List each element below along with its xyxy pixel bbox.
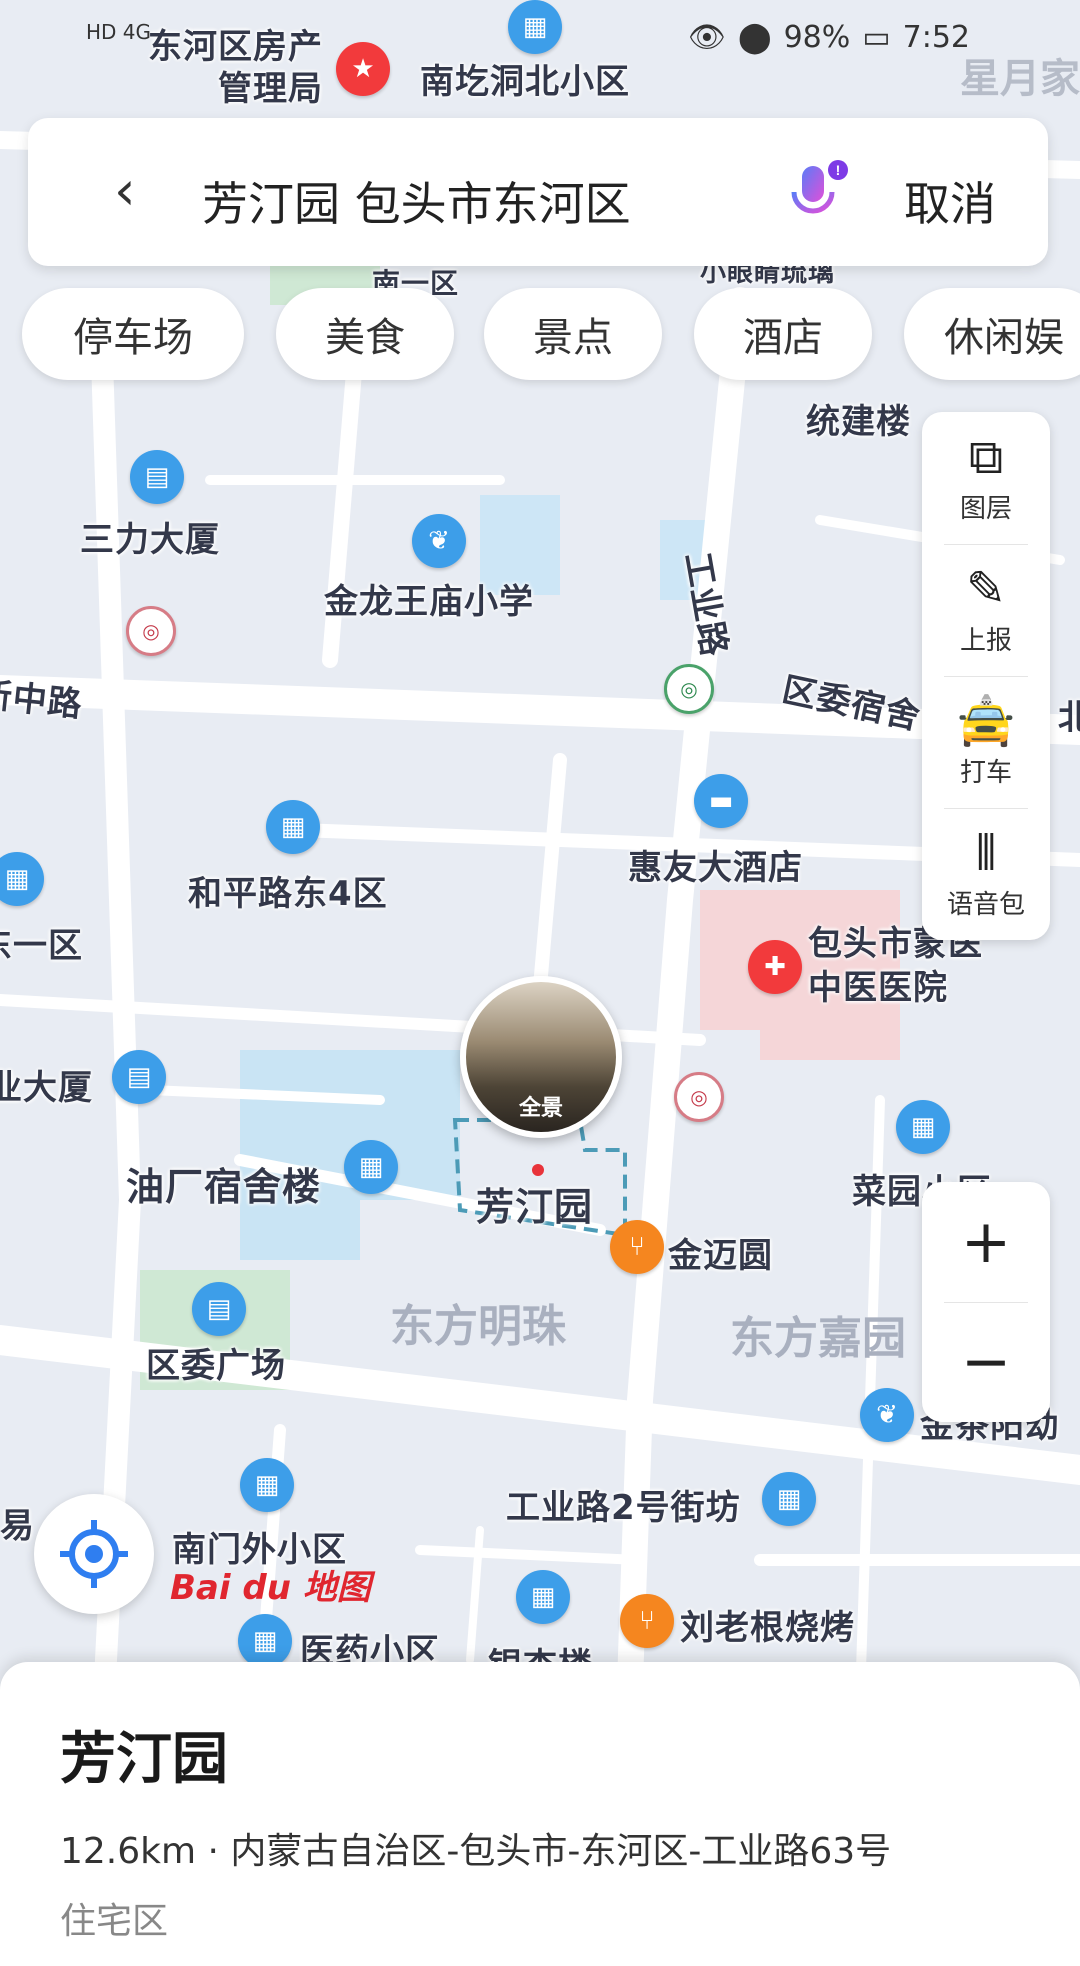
map-label: 金龙王庙小学 <box>324 582 534 622</box>
map-toolbar: ⧉ 图层 ✎ 上报 🚖 打车 ⦀ 语音包 <box>922 412 1050 940</box>
bank-pin-icon[interactable]: ◎ <box>664 664 714 714</box>
street-view-thumbnail[interactable]: 全景 <box>460 976 622 1138</box>
food-pin-icon[interactable]: ⑂ <box>620 1594 674 1648</box>
crosshair-icon <box>60 1520 128 1588</box>
battery-icon: ▭ <box>862 20 891 55</box>
poi-pin-icon[interactable]: ▦ <box>516 1570 570 1624</box>
map-label: 业大厦 <box>0 1068 93 1108</box>
chevron-left-icon[interactable]: ‹ <box>114 164 136 218</box>
map-label: 工业路2号街坊 <box>506 1488 741 1528</box>
report-button[interactable]: ✎ 上报 <box>922 544 1050 676</box>
layers-button[interactable]: ⧉ 图层 <box>922 412 1050 544</box>
poi-pin-icon[interactable]: ▦ <box>344 1140 398 1194</box>
search-query[interactable]: 芳汀园 包头市东河区 <box>202 168 631 234</box>
edit-icon: ✎ <box>965 561 1007 617</box>
bank-pin-icon[interactable]: ◎ <box>126 606 176 656</box>
taxi-button[interactable]: 🚖 打车 <box>922 676 1050 808</box>
map-label: 三力大厦 <box>80 520 220 560</box>
area-label: 东方嘉园 <box>730 1313 906 1364</box>
map-label: 易 <box>0 1506 35 1546</box>
zoom-in-button[interactable]: + <box>922 1182 1050 1302</box>
chip-food[interactable]: 美食 <box>276 288 454 380</box>
poi-pin-icon[interactable]: ▤ <box>130 450 184 504</box>
place-category: 住宅区 <box>60 1901 169 1942</box>
map-label: 区委广场 <box>146 1346 286 1386</box>
network-indicator: HD 4G <box>86 20 152 44</box>
chip-sights[interactable]: 景点 <box>484 288 662 380</box>
poi-pin-icon[interactable]: ▦ <box>896 1100 950 1154</box>
locate-button[interactable] <box>34 1494 154 1614</box>
hospital-pin-icon[interactable]: ✚ <box>748 940 802 994</box>
map-label: 新中路 <box>0 674 85 726</box>
poi-pin-icon[interactable]: ▦ <box>762 1472 816 1526</box>
map-label: 和平路东4区 <box>188 874 388 914</box>
voice-pack-button[interactable]: ⦀ 语音包 <box>922 808 1050 940</box>
map-label: 油厂宿舍楼 <box>126 1165 322 1209</box>
svg-text:!: ! <box>836 162 841 178</box>
layers-icon: ⧉ <box>968 429 1004 485</box>
watermark: 星月家 <box>960 56 1080 102</box>
map-label: 北 <box>1058 698 1080 738</box>
search-bar[interactable]: ‹ 芳汀园 包头市东河区 ! 取消 <box>28 118 1048 266</box>
school-pin-icon[interactable]: ❦ <box>860 1388 914 1442</box>
map-label: 金迈圆 <box>668 1236 773 1276</box>
poi-pin-icon[interactable]: ▤ <box>192 1282 246 1336</box>
zoom-out-button[interactable]: − <box>922 1302 1050 1422</box>
area-label: 东方明珠 <box>390 1301 566 1352</box>
place-address: 12.6km · 内蒙古自治区-包头市-东河区-工业路63号 <box>60 1831 892 1872</box>
chip-parking[interactable]: 停车场 <box>22 288 244 380</box>
map-label: 东一区 <box>0 926 83 966</box>
cancel-button[interactable]: 取消 <box>904 168 996 234</box>
chip-hotel[interactable]: 酒店 <box>694 288 872 380</box>
place-detail-sheet[interactable]: 芳汀园 12.6km · 内蒙古自治区-包头市-东河区-工业路63号 住宅区 <box>0 1662 1080 1966</box>
location-icon: ⬤ <box>738 20 772 55</box>
food-pin-icon[interactable]: ⑂ <box>610 1220 664 1274</box>
hotel-pin-icon[interactable]: ▬ <box>694 774 748 828</box>
bank-pin-icon[interactable]: ◎ <box>674 1072 724 1122</box>
baidu-map-logo: Bai du 地图 <box>170 1568 371 1608</box>
microphone-icon[interactable]: ! <box>780 158 850 228</box>
selected-place-label[interactable]: 芳汀园 <box>476 1176 593 1231</box>
poi-pin-icon[interactable]: ▦ <box>240 1458 294 1512</box>
voice-wave-icon: ⦀ <box>975 825 997 881</box>
map-label: 刘老根烧烤 <box>680 1608 855 1648</box>
chip-leisure[interactable]: 休闲娱 <box>904 288 1080 380</box>
eye-icon: 👁 <box>687 20 726 55</box>
poi-pin-icon[interactable]: ▤ <box>112 1050 166 1104</box>
battery-percent: 98% <box>783 20 851 55</box>
poi-pin-icon[interactable]: ▦ <box>266 800 320 854</box>
school-pin-icon[interactable]: ❦ <box>412 514 466 568</box>
taxi-icon: 🚖 <box>956 693 1016 749</box>
zoom-control: + − <box>922 1182 1050 1422</box>
map-label: 统建楼 <box>806 402 911 442</box>
status-bar: HD 4G 👁 ⬤ 98% ▭ 7:52 星月家 <box>0 0 1080 102</box>
map-label: 惠友大酒店 <box>628 848 803 888</box>
place-title: 芳汀园 <box>60 1727 228 1792</box>
poi-pin-icon[interactable]: ▦ <box>238 1614 292 1668</box>
